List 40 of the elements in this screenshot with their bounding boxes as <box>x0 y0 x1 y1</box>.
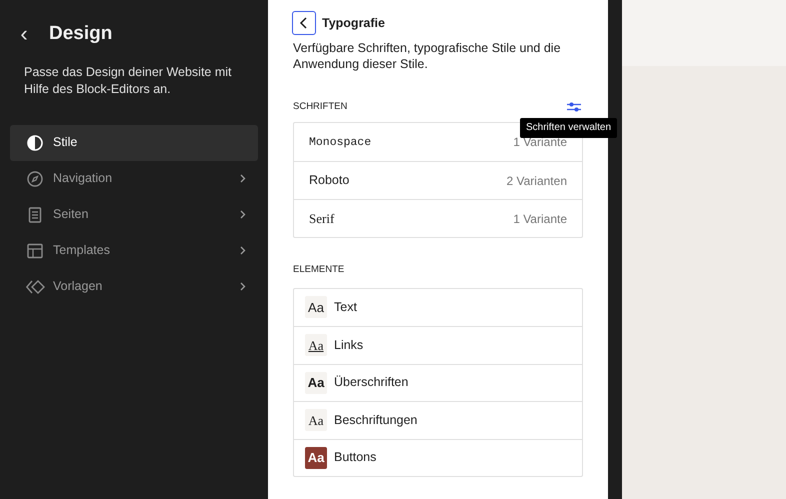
variant-count: 1 Variante <box>513 210 567 228</box>
variant-count: 2 Varianten <box>506 172 567 190</box>
font-name: Roboto <box>309 172 350 190</box>
sidebar-title: Design <box>49 22 112 46</box>
font-name: Monospace <box>309 134 372 151</box>
diamond-icon <box>26 278 45 296</box>
element-item[interactable]: Aa Text <box>294 288 582 326</box>
style-preview: Aa <box>305 409 327 432</box>
nav-item[interactable]: Seiten <box>10 196 258 232</box>
compass-icon <box>26 170 45 188</box>
nav-item[interactable]: Vorlagen <box>10 268 258 304</box>
nav-item[interactable]: Stile <box>10 124 258 160</box>
element-item[interactable]: Aa Überschriften <box>294 364 582 401</box>
element-label: Links <box>334 336 364 354</box>
style-preview: Aa <box>305 372 327 394</box>
section-heading: ELEMENTE <box>293 263 346 278</box>
element-label: Überschriften <box>334 374 408 392</box>
settings-icon[interactable] <box>567 101 581 114</box>
sidebar-description: Passe das Design deiner Website mit Hilfe des Block-Editors an. <box>24 64 233 98</box>
style-preview: Aa <box>305 334 327 356</box>
tooltip: Schriften verwalten <box>520 118 618 138</box>
font-name: Serif <box>309 210 334 228</box>
style-preview: Aa <box>305 296 327 318</box>
back-button[interactable] <box>292 11 316 35</box>
back-button[interactable]: ‹ <box>16 23 32 46</box>
style-preview: Aa <box>305 446 327 469</box>
element-item[interactable]: Aa Buttons <box>294 438 582 476</box>
layout-icon <box>26 242 45 260</box>
element-item[interactable]: Aa Links <box>294 326 582 364</box>
contrast-icon <box>26 134 45 152</box>
panel-description: Verfügbare Schriften, typografische Stile und die Anwendung dieser Stile. <box>293 40 562 72</box>
section-heading: SCHRIFTEN <box>293 100 348 114</box>
element-label: Buttons <box>334 449 376 466</box>
nav-item[interactable]: Templates <box>10 232 258 268</box>
element-label: Beschriftungen <box>334 412 418 429</box>
element-label: Text <box>334 298 357 316</box>
panel-title: Typografie <box>322 14 385 32</box>
nav-item[interactable]: Navigation <box>10 160 258 196</box>
back-icon <box>299 17 309 29</box>
element-item[interactable]: Aa Beschriftungen <box>294 401 582 438</box>
